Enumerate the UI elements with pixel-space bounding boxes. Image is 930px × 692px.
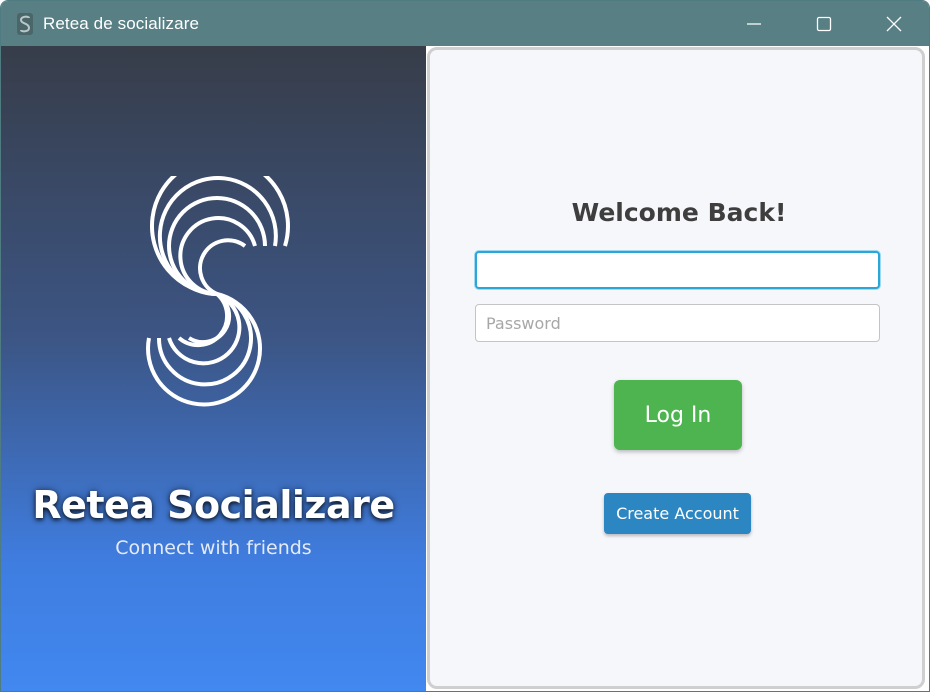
login-panel: Welcome Back! Log In Create Account (427, 47, 925, 689)
minimize-button[interactable] (719, 1, 789, 46)
maximize-icon (816, 16, 832, 31)
title-bar[interactable]: Retea de socializare (1, 1, 929, 46)
s-logo-icon (146, 176, 290, 407)
login-button[interactable]: Log In (614, 380, 742, 450)
username-input[interactable] (475, 251, 880, 289)
brand-subtitle: Connect with friends (115, 537, 312, 559)
close-icon (886, 16, 902, 31)
password-input[interactable] (475, 304, 880, 342)
minimize-icon (747, 22, 761, 25)
app-window: Retea de socializare Retea Socializare C… (0, 0, 930, 692)
brand-title: Retea Socializare (32, 483, 395, 527)
welcome-heading: Welcome Back! (571, 198, 787, 227)
app-logo-icon (17, 12, 33, 35)
branding-panel: Retea Socializare Connect with friends (1, 46, 426, 691)
maximize-button[interactable] (789, 1, 859, 46)
window-title: Retea de socializare (43, 13, 200, 33)
close-button[interactable] (859, 1, 929, 46)
create-account-button[interactable]: Create Account (604, 493, 751, 534)
